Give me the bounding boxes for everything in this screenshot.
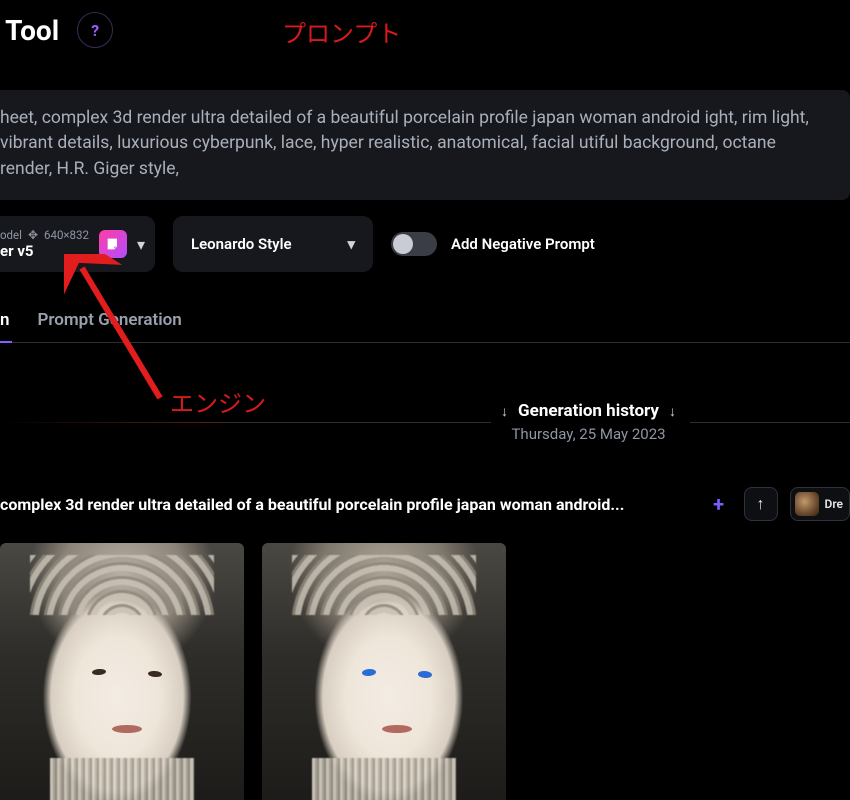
divider — [0, 422, 491, 423]
generation-history-date: Thursday, 25 May 2023 — [511, 425, 665, 443]
arrow-up-icon: ↑ — [757, 494, 765, 514]
add-button[interactable]: + — [706, 492, 732, 516]
upload-button[interactable]: ↑ — [744, 487, 778, 521]
chevron-down-icon: ▾ — [137, 235, 145, 254]
chevron-down-icon: ▾ — [347, 235, 355, 253]
negative-prompt-toggle[interactable] — [391, 232, 437, 256]
sort-icon[interactable]: ↓ — [669, 403, 676, 420]
sort-icon[interactable]: ↓ — [501, 403, 508, 420]
tab-prompt-generation[interactable]: Prompt Generation — [38, 310, 182, 330]
generation-history-title: Generation history — [518, 401, 659, 421]
model-dimensions: 640×832 — [44, 228, 89, 242]
divider — [690, 422, 850, 423]
model-chip-thumbnail — [795, 492, 819, 516]
model-selector[interactable]: odel ✥ 640×832 er v5 ▾ — [0, 216, 155, 272]
style-value: Leonardo Style — [191, 235, 292, 253]
model-chip-label: Dre — [825, 497, 843, 511]
tab-image-generation[interactable]: n — [0, 310, 10, 330]
negative-prompt-label: Add Negative Prompt — [451, 235, 595, 253]
help-button[interactable]: ? — [77, 12, 113, 48]
model-chip[interactable]: Dre — [790, 487, 850, 521]
notes-icon — [99, 230, 127, 258]
prompt-textarea[interactable]: heet, complex 3d render ultra detailed o… — [0, 90, 850, 200]
generated-image[interactable] — [0, 543, 244, 800]
page-title: ion Tool — [0, 14, 59, 47]
style-selector[interactable]: Leonardo Style ▾ — [173, 216, 373, 272]
toggle-knob — [393, 234, 413, 254]
move-icon: ✥ — [28, 228, 38, 242]
model-label: odel — [0, 228, 22, 242]
generation-entry-prompt[interactable]: complex 3d render ultra detailed of a be… — [0, 495, 694, 514]
model-name: er v5 — [0, 242, 89, 260]
question-icon: ? — [91, 21, 99, 40]
generated-image[interactable] — [262, 543, 506, 800]
